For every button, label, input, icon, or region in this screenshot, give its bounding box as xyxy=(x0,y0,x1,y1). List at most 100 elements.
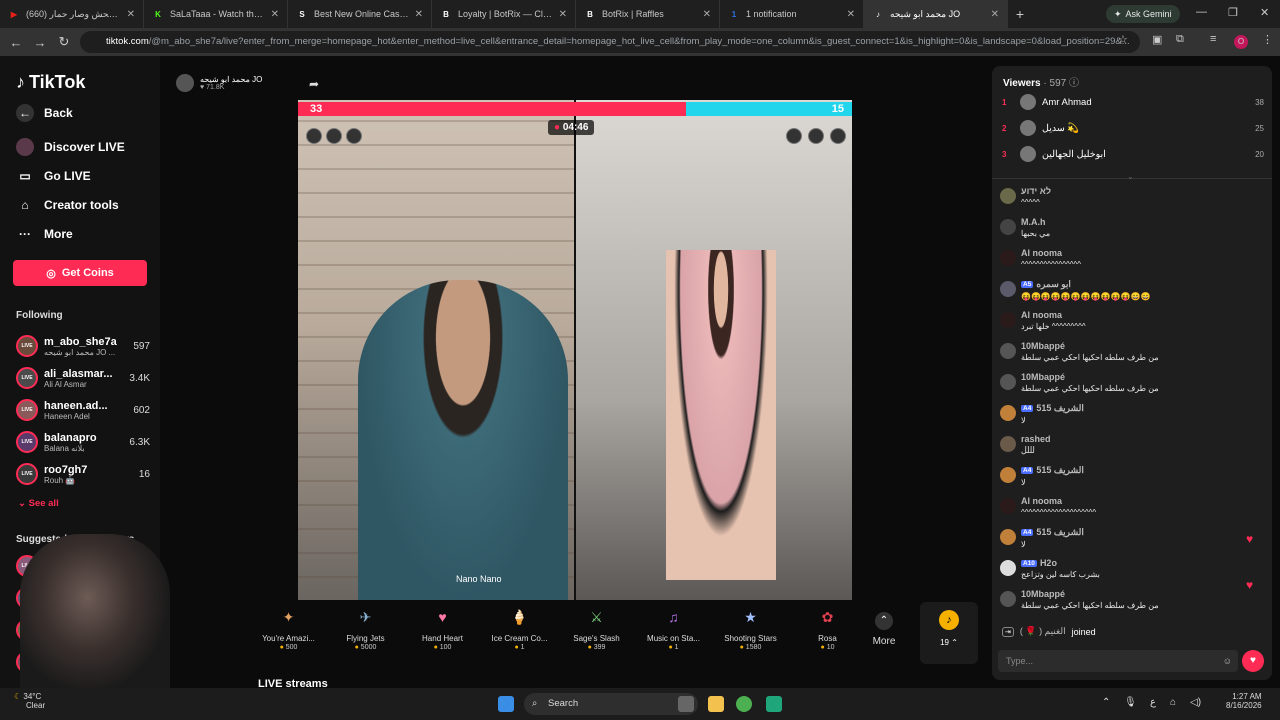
taskbar-search[interactable]: ⌕ Search xyxy=(524,693,698,715)
comment[interactable]: A4 الشريف 515 لا xyxy=(1000,527,1270,549)
comment-avatar[interactable] xyxy=(1000,591,1016,607)
comment[interactable]: M.A.h مي بحبها xyxy=(1000,217,1270,238)
tab-close-icon[interactable]: ✕ xyxy=(991,9,999,20)
supporter-avatar[interactable] xyxy=(830,128,846,144)
browser-tab[interactable]: ♪ محمد ابو شيحه JO ✕ xyxy=(864,0,1008,28)
chevron-up-icon[interactable]: ⌃ xyxy=(1102,697,1110,708)
comment[interactable]: A4 الشريف 515 لا xyxy=(1000,403,1270,425)
browser-tab[interactable]: B Loyalty | BotRix — Cloud St ✕ xyxy=(432,0,576,28)
see-all-link[interactable]: ⌄ See all xyxy=(18,498,59,509)
live-video[interactable]: 33 15 ● 04:46 Nano Nano xyxy=(298,100,1118,600)
gift-item[interactable]: ★ Shooting Stars ● 1580 xyxy=(712,600,789,662)
comment[interactable]: A4 الشريف 515 لا xyxy=(1000,465,1270,487)
forward-arrow-icon[interactable]: → xyxy=(28,35,52,50)
stream-host-header[interactable]: محمد ابو شيحه JO ♥ 71.8K xyxy=(176,74,262,92)
close-window-icon[interactable]: ✕ xyxy=(1260,6,1269,19)
creator-tools-link[interactable]: ⌂ Creator tools xyxy=(16,196,118,214)
windows-start-icon[interactable] xyxy=(498,696,514,712)
go-live-link[interactable]: ▭ Go LIVE xyxy=(16,167,90,185)
supporter-avatar[interactable] xyxy=(326,128,342,144)
tab-close-icon[interactable]: ✕ xyxy=(127,9,135,20)
comment-avatar[interactable] xyxy=(1000,250,1016,266)
tiktok-logo[interactable]: ♪ TikTok xyxy=(16,72,85,93)
gift-item[interactable]: ✈ Flying Jets ● 5000 xyxy=(327,600,404,662)
comment[interactable]: Al nooma خلها تبرد ^^^^^^^^^ xyxy=(1000,310,1270,331)
app-icon[interactable] xyxy=(766,696,782,712)
comment[interactable]: A10 H2o بشرب كاسه لين وتزاعج xyxy=(1000,558,1270,579)
tab-close-icon[interactable]: ✕ xyxy=(559,9,567,20)
like-heart-button[interactable]: ♥ xyxy=(1242,650,1264,672)
info-icon[interactable]: ⓘ xyxy=(1069,78,1079,89)
new-tab-icon[interactable]: + xyxy=(1008,6,1032,22)
chrome-icon[interactable] xyxy=(736,696,752,712)
following-item[interactable]: LIVE balanapro Balana بلانه 6.3K xyxy=(16,428,150,456)
gift-item[interactable]: ⚔ Sage's Slash ● 399 xyxy=(558,600,635,662)
comment-avatar[interactable] xyxy=(1000,405,1016,421)
comment-avatar[interactable] xyxy=(1000,498,1016,514)
minimize-icon[interactable]: — xyxy=(1196,6,1207,18)
chevron-down-icon[interactable]: ⌄ xyxy=(1127,172,1134,181)
browser-tab[interactable]: K SaLaTaaa - Watch the VOD ✕ xyxy=(144,0,288,28)
top-viewer-row[interactable]: 1 Amr Ahmad 38 xyxy=(1002,92,1264,112)
comment[interactable]: 10Mbappé من طرف سلطه احكيها احكي عمي سلطة xyxy=(1000,589,1270,610)
weather-widget[interactable]: ☾ 34°C Clear xyxy=(14,692,45,710)
comment-avatar[interactable] xyxy=(1000,188,1016,204)
language-indicator[interactable]: ع xyxy=(1150,697,1156,708)
discover-live-link[interactable]: Discover LIVE xyxy=(16,138,125,156)
task-view-icon[interactable] xyxy=(678,696,694,712)
avatar[interactable]: LIVE xyxy=(16,463,38,485)
comment-avatar[interactable] xyxy=(1000,560,1016,576)
emoji-icon[interactable]: ☺ xyxy=(1223,650,1232,672)
avatar[interactable]: LIVE xyxy=(16,399,38,421)
comment[interactable]: A5 ابو سمره 😝😝😝😝😝😝😝😝😝😝😝😄😄 xyxy=(1000,279,1270,301)
browser-tab[interactable]: ▶ كبر الجحش وصار حمار (660) ✕ xyxy=(0,0,144,28)
tab-close-icon[interactable]: ✕ xyxy=(703,9,711,20)
supporter-avatar[interactable] xyxy=(786,128,802,144)
comment-input[interactable]: Type... ☺ xyxy=(998,650,1238,672)
volume-icon[interactable]: ◁) xyxy=(1190,697,1201,708)
more-gifts-button[interactable]: ⌃ More xyxy=(862,612,906,647)
back-link[interactable]: ← Back xyxy=(16,104,73,122)
share-icon[interactable]: ➦ xyxy=(309,77,319,91)
system-clock[interactable]: 1:27 AM 8/16/2026 xyxy=(1226,692,1262,710)
more-link[interactable]: ··· More xyxy=(16,225,73,243)
tab-close-icon[interactable]: ✕ xyxy=(847,9,855,20)
coin-balance[interactable]: ♪ 19 ⌃ xyxy=(920,602,978,664)
comment-avatar[interactable] xyxy=(1000,343,1016,359)
network-icon[interactable]: ⌂ xyxy=(1170,697,1176,708)
bookmark-star-icon[interactable]: ☆ xyxy=(1118,33,1128,46)
media-icon[interactable]: ≡ xyxy=(1210,33,1216,45)
following-item[interactable]: LIVE m_abo_she7a محمد ابو شيحه JO ... 597 xyxy=(16,332,150,360)
comment-avatar[interactable] xyxy=(1000,529,1016,545)
menu-icon[interactable]: ⋮ xyxy=(1262,33,1273,46)
ask-gemini-button[interactable]: ✦ Ask Gemini xyxy=(1106,5,1180,23)
extension-icon[interactable]: ▣ xyxy=(1152,33,1162,46)
puzzle-icon[interactable]: ⧉ xyxy=(1176,33,1184,46)
gift-item[interactable]: 🍦 Ice Cream Co... ● 1 xyxy=(481,600,558,662)
comment-avatar[interactable] xyxy=(1000,436,1016,452)
file-explorer-icon[interactable] xyxy=(708,696,724,712)
comment-avatar[interactable] xyxy=(1000,374,1016,390)
comment[interactable]: 10Mbappé من طرف سلطه احكيها احكي عمي سلطة xyxy=(1000,341,1270,362)
avatar[interactable]: LIVE xyxy=(16,367,38,389)
comment[interactable]: Al nooma ^^^^^^^^^^^^^^^^ xyxy=(1000,248,1270,269)
supporter-avatar[interactable] xyxy=(808,128,824,144)
following-item[interactable]: LIVE haneen.ad... Haneen Adel 602 xyxy=(16,396,150,424)
comment-avatar[interactable] xyxy=(1000,281,1016,297)
following-item[interactable]: LIVE roo7gh7 Rouh 🤖 16 xyxy=(16,460,150,488)
gift-item[interactable]: ♫ Music on Sta... ● 1 xyxy=(635,600,712,662)
comment-avatar[interactable] xyxy=(1000,312,1016,328)
comment-avatar[interactable] xyxy=(1000,467,1016,483)
following-item[interactable]: LIVE ali_alasmar... Ali Al Asmar 3.4K xyxy=(16,364,150,392)
top-viewer-row[interactable]: 2 سديل 💫 25 xyxy=(1002,118,1264,138)
gift-item[interactable]: ✦ You're Amazi... ● 500 xyxy=(250,600,327,662)
browser-tab[interactable]: B BotRix | Raffles ✕ xyxy=(576,0,720,28)
url-bar[interactable]: tiktok.com/@m_abo_she7a/live?enter_from_… xyxy=(80,31,1140,53)
maximize-icon[interactable]: ❐ xyxy=(1228,6,1238,19)
supporter-avatar[interactable] xyxy=(306,128,322,144)
gift-item[interactable]: ♥ Hand Heart ● 100 xyxy=(404,600,481,662)
get-coins-button[interactable]: ◎ Get Coins xyxy=(13,260,147,286)
browser-tab[interactable]: S Best New Online Casino ✕ xyxy=(288,0,432,28)
tab-close-icon[interactable]: ✕ xyxy=(271,9,279,20)
comment[interactable]: rashed ڵڵڵڵ xyxy=(1000,434,1270,455)
